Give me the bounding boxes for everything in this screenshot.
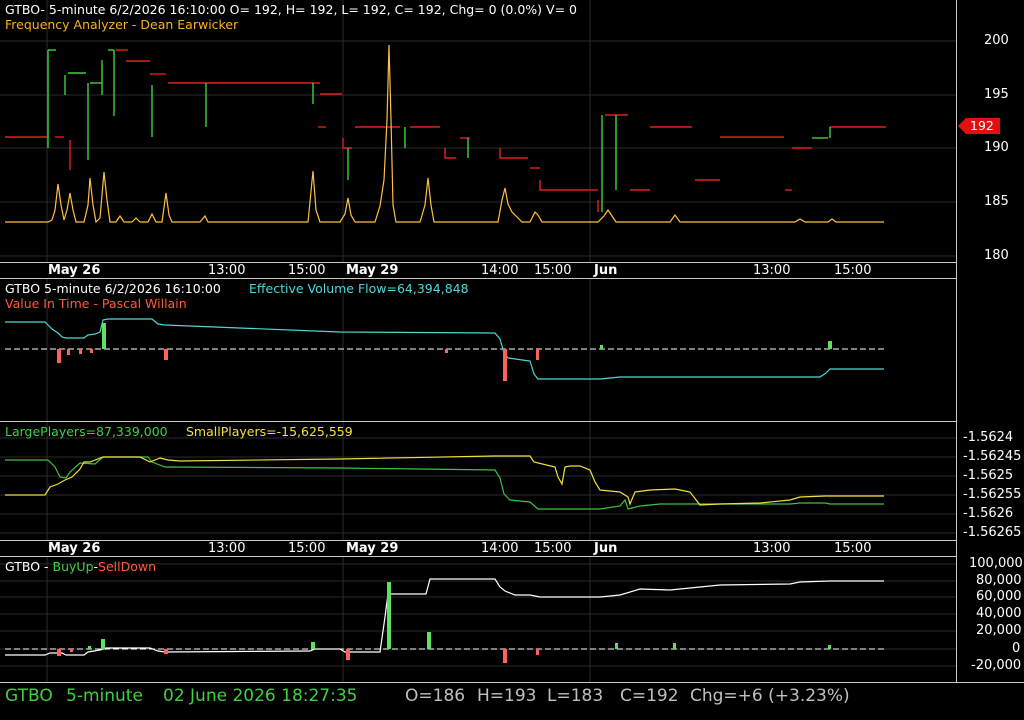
status-high: H=193: [477, 686, 537, 706]
time-label: May 26: [48, 263, 101, 278]
time-label: 15:00: [834, 541, 872, 556]
time-label: May 29: [346, 263, 399, 278]
time-axis-bottom: May 26 13:00 15:00 May 29 14:00 15:00 Ju…: [0, 540, 956, 557]
buyup-selldown-chart: [0, 557, 956, 682]
buyup-label: BuyUp: [52, 559, 94, 574]
time-label: 14:00: [481, 263, 519, 278]
price-pane[interactable]: GTBO- 5-minute 6/2/2026 16:10:00 O= 192,…: [0, 0, 1024, 262]
effective-volume-flow-value: Effective Volume Flow=64,394,848: [249, 281, 469, 296]
status-open: O=186: [405, 686, 466, 706]
buyup-scale-tick: 60,000: [976, 589, 1022, 604]
players-chart: [0, 422, 956, 540]
buyup-selldown-label: GTBO - BuyUp-SellDown: [5, 559, 156, 574]
last-price-value: 192: [970, 118, 994, 133]
price-scale-195: 195: [984, 87, 1009, 102]
status-datetime: 02 June 2026 18:27:35: [163, 686, 358, 706]
players-scale-tick: -1.56255: [963, 487, 1022, 502]
time-label: Jun: [594, 541, 618, 556]
status-low: L=183: [547, 686, 604, 706]
status-interval: 5-minute: [66, 686, 143, 706]
selldown-label: SellDown: [98, 559, 157, 574]
price-scale-190: 190: [984, 140, 1009, 155]
players-scale-tick: -1.5624: [963, 430, 1014, 445]
time-label: 15:00: [534, 263, 572, 278]
buyup-scale-tick: 80,000: [976, 573, 1022, 588]
players-scale-tick: -1.5625: [963, 468, 1014, 483]
players-scale-tick: -1.56265: [963, 525, 1022, 540]
buyup-scale-tick: 100,000: [969, 557, 1023, 571]
price-pane-header: GTBO- 5-minute 6/2/2026 16:10:00 O= 192,…: [5, 2, 577, 17]
time-label: May 29: [346, 541, 399, 556]
time-label: 15:00: [288, 541, 326, 556]
time-label: 13:00: [753, 541, 791, 556]
time-axis-top: May 26 13:00 15:00 May 29 14:00 15:00 Ju…: [0, 262, 956, 279]
status-change: Chg=+6 (+3.23%): [690, 686, 850, 706]
status-symbol: GTBO: [5, 686, 53, 706]
time-label: 14:00: [481, 541, 519, 556]
buyup-scale-tick: 40,000: [976, 606, 1022, 621]
buyup-scale-tick: 20,000: [976, 623, 1022, 638]
time-label: 13:00: [208, 263, 246, 278]
buyup-scale-tick: -20,000: [971, 658, 1022, 673]
value-in-time-label: Value In Time - Pascal Willain: [5, 296, 187, 311]
time-label: Jun: [594, 263, 618, 278]
players-pane[interactable]: LargePlayers=87,339,000 SmallPlayers=-15…: [0, 422, 1024, 540]
buyup-scale-tick: 0: [1012, 641, 1021, 656]
price-chart: [0, 0, 956, 262]
time-label: 15:00: [834, 263, 872, 278]
time-label: May 26: [48, 541, 101, 556]
price-scale-200: 200: [984, 33, 1009, 48]
frequency-analyzer-label: Frequency Analyzer - Dean Earwicker: [5, 17, 239, 32]
status-close: C=192: [620, 686, 679, 706]
time-label: 15:00: [534, 541, 572, 556]
volume-flow-pane[interactable]: GTBO 5-minute 6/2/2026 16:10:00 Effectiv…: [0, 279, 1024, 421]
price-scale-180: 180: [984, 248, 1009, 262]
time-label: 13:00: [753, 263, 791, 278]
last-price-tag: 192: [958, 118, 1000, 134]
price-scale-185: 185: [984, 194, 1009, 209]
large-players-value: LargePlayers=87,339,000: [5, 424, 168, 439]
buyup-selldown-pane[interactable]: GTBO - BuyUp-SellDown 100,000 80,000 60,…: [0, 557, 1024, 682]
players-scale-tick: -1.5626: [963, 506, 1014, 521]
players-scale-tick: -1.56245: [963, 449, 1022, 464]
time-label: 15:00: [288, 263, 326, 278]
small-players-value: SmallPlayers=-15,625,559: [186, 424, 353, 439]
time-label: 13:00: [208, 541, 246, 556]
status-bar: GTBO 5-minute 02 June 2026 18:27:35 O=18…: [0, 682, 1024, 720]
buyup-prefix: GTBO -: [5, 559, 53, 574]
volume-flow-header: GTBO 5-minute 6/2/2026 16:10:00: [5, 281, 221, 296]
